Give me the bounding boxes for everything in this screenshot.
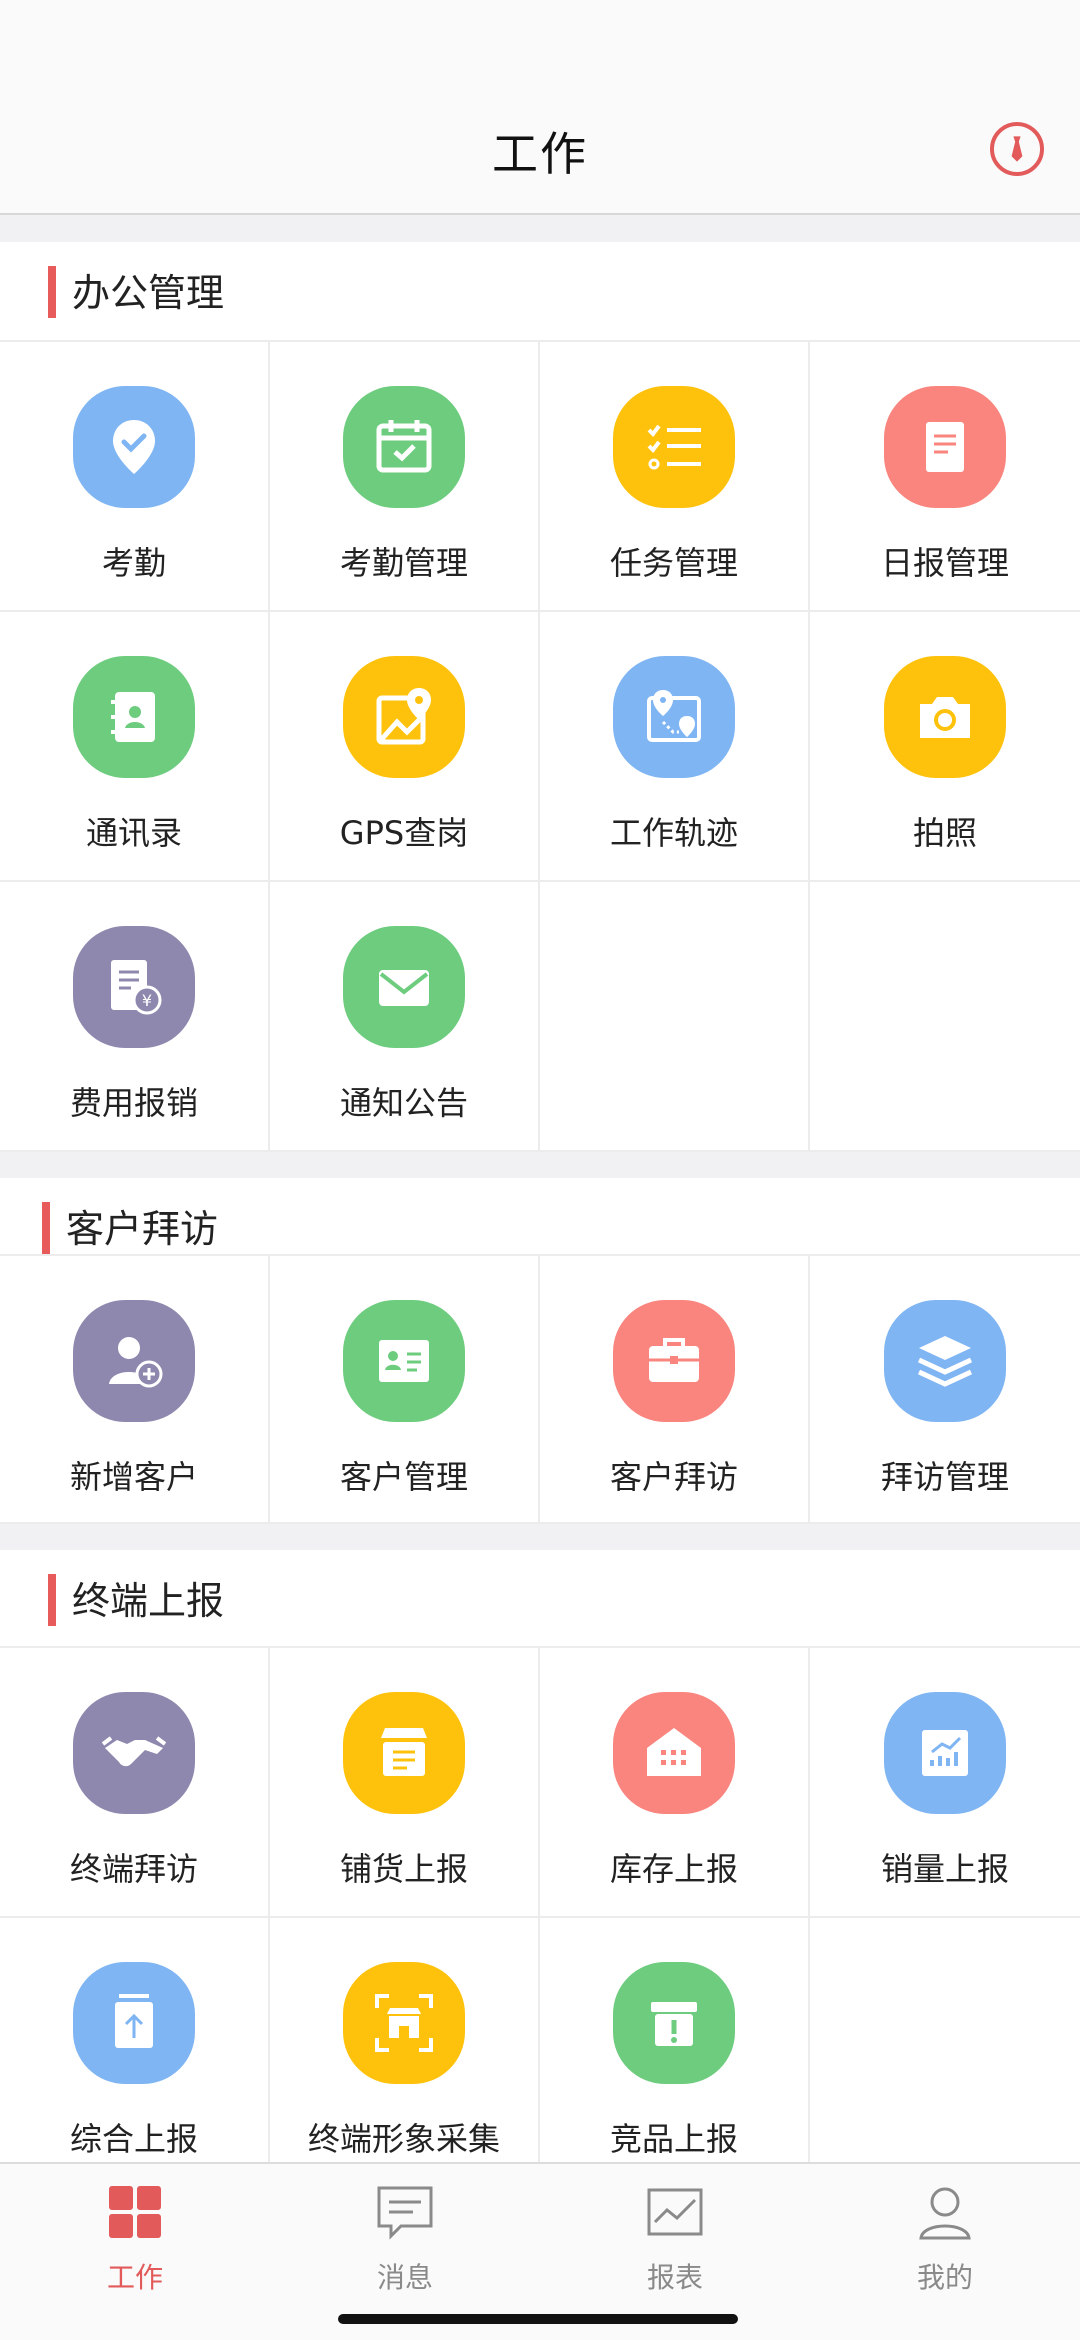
top-header: 工作 [0, 0, 1080, 215]
grid-item-attendance-management[interactable]: 考勤管理 [270, 342, 540, 612]
shop-scan-icon [343, 1962, 465, 2084]
grid-empty-cell [810, 1918, 1080, 2188]
briefcase-icon [613, 1300, 735, 1422]
upload-icon [73, 1962, 195, 2084]
grid-item-add-customer[interactable]: 新增客户 [0, 1256, 270, 1524]
camera-icon [884, 656, 1006, 778]
grid-item-inventory-report[interactable]: 库存上报 [540, 1648, 810, 1918]
grid-item-distribution-report[interactable]: 铺货上报 [270, 1648, 540, 1918]
grid-item-label: 拜访管理 [880, 1458, 1009, 1496]
grid-item-label: 客户管理 [339, 1458, 468, 1496]
section-accent-bar [48, 266, 56, 318]
section-header-terminal-report: 终端上报 [0, 1550, 1080, 1648]
grid-icon [109, 2186, 161, 2238]
grid-item-label: 综合上报 [69, 2120, 198, 2158]
grid-item-sales-report[interactable]: 销量上报 [810, 1648, 1080, 1918]
layers-icon [884, 1300, 1006, 1422]
grid-empty-cell [810, 882, 1080, 1152]
tab-label: 消息 [376, 2261, 433, 2294]
grid-item-customer-visit[interactable]: 客户拜访 [540, 1256, 810, 1524]
contacts-book-icon [73, 656, 195, 778]
section-accent-bar [48, 1574, 56, 1626]
grid-item-label: 考勤管理 [339, 544, 468, 582]
grid-item-label: 考勤 [101, 544, 166, 582]
grid-item-label: 销量上报 [880, 1850, 1009, 1888]
warehouse-icon [613, 1692, 735, 1814]
grid-item-label: 库存上报 [609, 1850, 738, 1888]
grid-item-customer-management[interactable]: 客户管理 [270, 1256, 540, 1524]
customer-grid: 新增客户 客户管理 客户拜访 拜访管理 [0, 1254, 1080, 1524]
grid-item-competitor-report[interactable]: 竞品上报 [540, 1918, 810, 2188]
tab-label: 报表 [646, 2261, 703, 2294]
grid-empty-cell [540, 882, 810, 1152]
section-title: 终端上报 [72, 1579, 225, 1623]
grid-item-work-track[interactable]: 工作轨迹 [540, 612, 810, 882]
svg-text:¥: ¥ [142, 991, 152, 1010]
mail-icon [343, 926, 465, 1048]
grid-item-task-management[interactable]: 任务管理 [540, 342, 810, 612]
grid-item-label: 费用报销 [69, 1084, 198, 1122]
section-header-office: 办公管理 [0, 242, 1080, 340]
grid-item-label: 任务管理 [609, 544, 738, 582]
grid-item-label: 竞品上报 [609, 2120, 738, 2158]
sales-chart-icon [884, 1692, 1006, 1814]
grid-item-notice[interactable]: 通知公告 [270, 882, 540, 1152]
grid-item-attendance[interactable]: 考勤 [0, 342, 270, 612]
expense-receipt-icon: ¥ [73, 926, 195, 1048]
grid-item-label: GPS查岗 [339, 814, 469, 852]
store-icon [343, 1692, 465, 1814]
grid-item-expense[interactable]: ¥ 费用报销 [0, 882, 270, 1152]
grid-item-label: 新增客户 [69, 1458, 198, 1496]
document-icon [884, 386, 1006, 508]
tab-work[interactable]: 工作 [0, 2164, 270, 2340]
message-icon [377, 2186, 433, 2240]
section-title: 客户拜访 [66, 1207, 219, 1251]
section-title: 办公管理 [72, 271, 225, 315]
grid-item-label: 通讯录 [85, 814, 182, 852]
terminal-grid: 终端拜访 铺货上报 库存上报 销量上报 综合上报 终端形象采集 竞品上报 [0, 1646, 1080, 2188]
tab-label: 工作 [106, 2261, 163, 2294]
chart-icon [647, 2188, 703, 2236]
location-check-icon [73, 386, 195, 508]
grid-item-label: 工作轨迹 [609, 814, 738, 852]
office-grid: 考勤 考勤管理 任务管理 日报管理 通讯录 GPS查岗 工作轨迹 拍照 ¥ 费用… [0, 340, 1080, 1152]
grid-item-terminal-image-collection[interactable]: 终端形象采集 [270, 1918, 540, 2188]
grid-item-visit-management[interactable]: 拜访管理 [810, 1256, 1080, 1524]
home-indicator[interactable] [338, 2314, 738, 2324]
grid-item-label: 拍照 [912, 814, 977, 852]
tie-icon[interactable] [990, 122, 1044, 176]
route-map-icon [613, 656, 735, 778]
grid-item-photo[interactable]: 拍照 [810, 612, 1080, 882]
grid-item-label: 通知公告 [339, 1084, 468, 1122]
grid-item-gps-check[interactable]: GPS查岗 [270, 612, 540, 882]
grid-item-label: 日报管理 [880, 544, 1009, 582]
grid-item-label: 终端形象采集 [307, 2120, 500, 2158]
person-icon [919, 2187, 971, 2240]
page-title: 工作 [492, 127, 588, 181]
section-accent-bar [42, 1202, 50, 1254]
tab-label: 我的 [916, 2261, 973, 2294]
add-user-icon [73, 1300, 195, 1422]
grid-item-terminal-visit[interactable]: 终端拜访 [0, 1648, 270, 1918]
calendar-check-icon [343, 386, 465, 508]
tab-profile[interactable]: 我的 [810, 2164, 1080, 2340]
grid-item-label: 终端拜访 [69, 1850, 198, 1888]
grid-item-label: 客户拜访 [609, 1458, 738, 1496]
grid-item-label: 铺货上报 [339, 1850, 468, 1888]
checklist-icon [613, 386, 735, 508]
handshake-icon [73, 1692, 195, 1814]
grid-item-comprehensive-report[interactable]: 综合上报 [0, 1918, 270, 2188]
map-pin-icon [343, 656, 465, 778]
id-card-icon [343, 1300, 465, 1422]
grid-item-daily-report[interactable]: 日报管理 [810, 342, 1080, 612]
alert-box-icon [613, 1962, 735, 2084]
grid-item-contacts[interactable]: 通讯录 [0, 612, 270, 882]
